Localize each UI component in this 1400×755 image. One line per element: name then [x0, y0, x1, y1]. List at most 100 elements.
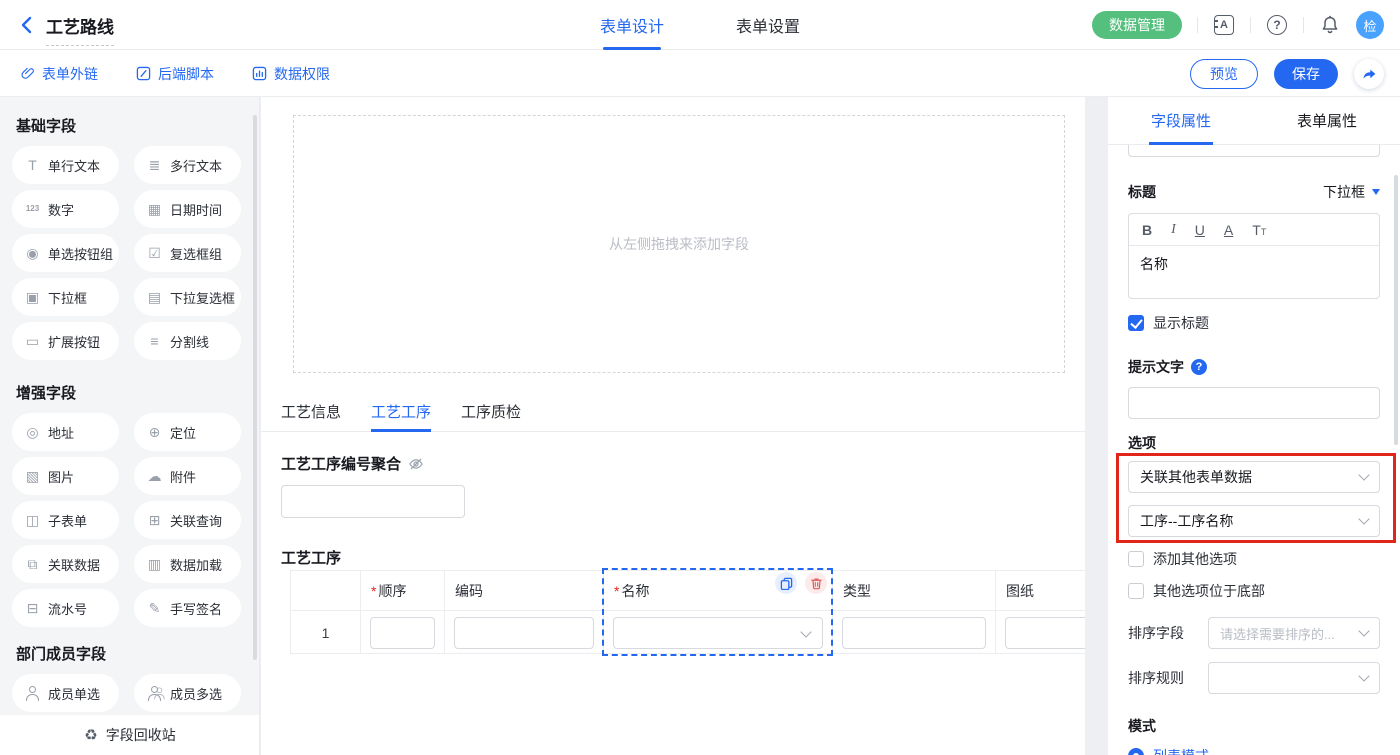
field-item-image[interactable]: ▧图片 — [12, 457, 119, 495]
tab-process-info[interactable]: 工艺信息 — [281, 398, 341, 431]
data-permission-button[interactable]: 数据权限 — [252, 64, 330, 84]
bold-button[interactable]: B — [1142, 222, 1152, 238]
field-item-divider[interactable]: ≡分割线 — [134, 322, 241, 360]
tab-form-design[interactable]: 表单设计 — [600, 0, 664, 50]
tab-form-properties[interactable]: 表单属性 — [1254, 97, 1400, 144]
field-item-subform[interactable]: ◫子表单 — [12, 501, 119, 539]
options-group: 关联其他表单数据 工序--工序名称 — [1128, 461, 1380, 537]
other-bottom-checkbox[interactable] — [1128, 583, 1144, 599]
divider-icon: ≡ — [146, 334, 163, 348]
font-size-button[interactable]: TT — [1252, 222, 1266, 238]
field-item-linked-data[interactable]: ⧉关联数据 — [12, 545, 119, 583]
target-icon: ⊕ — [146, 425, 163, 439]
help-tooltip-icon[interactable]: ? — [1191, 359, 1207, 375]
page-title[interactable]: 工艺路线 — [46, 13, 114, 46]
name-select[interactable] — [613, 617, 823, 649]
show-title-checkbox[interactable] — [1128, 315, 1144, 331]
user-avatar[interactable]: 检 — [1356, 11, 1384, 39]
tab-form-settings[interactable]: 表单设置 — [736, 0, 800, 50]
tab-field-properties[interactable]: 字段属性 — [1108, 97, 1254, 144]
title-setting-row: 标题 下拉框 — [1128, 179, 1380, 205]
bell-icon — [1320, 15, 1340, 35]
title-value-input[interactable]: 名称 — [1129, 246, 1379, 298]
dropzone[interactable]: 从左侧拖拽来添加字段 — [293, 115, 1065, 373]
multi-text-icon: ≣ — [146, 158, 163, 172]
notifications-button[interactable] — [1319, 14, 1341, 36]
person-icon — [24, 686, 41, 701]
checkbox-icon: ☑ — [146, 246, 163, 260]
hint-text-input[interactable] — [1128, 387, 1380, 419]
list-mode-radio[interactable] — [1128, 748, 1144, 755]
field-item-signature[interactable]: ✎手写签名 — [134, 589, 241, 627]
header-tabs: 表单设计 表单设置 — [600, 0, 800, 50]
field-recycle-bin[interactable]: ♻ 字段回收站 — [0, 715, 260, 755]
field-item-checkbox-group[interactable]: ☑复选框组 — [134, 234, 241, 272]
field-item-extend-button[interactable]: ▭扩展按钮 — [12, 322, 119, 360]
backend-script-button[interactable]: 后端脚本 — [136, 64, 214, 84]
field-item-address[interactable]: ◎地址 — [12, 413, 119, 451]
options-label: 选项 — [1128, 433, 1380, 453]
field-item-member-single[interactable]: 成员单选 — [12, 674, 119, 712]
sort-field-row: 排序字段 请选择需要排序的... — [1128, 617, 1380, 649]
help-icon: ? — [1267, 15, 1287, 35]
field-item-multi-text[interactable]: ≣多行文本 — [134, 146, 241, 184]
underline-button[interactable]: U — [1195, 222, 1205, 238]
other-bottom-row: 其他选项位于底部 — [1128, 581, 1380, 601]
sort-field-select[interactable]: 请选择需要排序的... — [1208, 617, 1380, 649]
panel-tabs: 字段属性 表单属性 — [1108, 97, 1400, 145]
sidebar-scrollbar[interactable] — [253, 115, 257, 660]
clipped-input[interactable] — [1128, 145, 1380, 157]
field-item-attachment[interactable]: ☁附件 — [134, 457, 241, 495]
italic-button[interactable]: I — [1171, 222, 1176, 238]
order-input[interactable] — [370, 617, 435, 649]
dropzone-hint: 从左侧拖拽来添加字段 — [609, 234, 749, 254]
api-docs-button[interactable]: A — [1213, 14, 1235, 36]
divider — [1197, 17, 1198, 33]
copy-field-button[interactable] — [775, 572, 797, 594]
calendar-icon: ▦ — [146, 202, 163, 216]
sort-rule-select[interactable] — [1208, 662, 1380, 694]
field-item-data-load[interactable]: ▥数据加载 — [134, 545, 241, 583]
aggregate-field-input[interactable] — [281, 485, 465, 518]
option-source-select[interactable]: 关联其他表单数据 — [1128, 461, 1380, 493]
chevron-down-icon — [1358, 469, 1369, 480]
field-item-member-multi[interactable]: 成员多选 — [134, 674, 241, 712]
data-manage-button[interactable]: 数据管理 — [1092, 11, 1182, 39]
drawing-input[interactable] — [1005, 617, 1085, 649]
field-item-select[interactable]: ▣下拉框 — [12, 278, 119, 316]
field-item-radio-group[interactable]: ◉单选按钮组 — [12, 234, 119, 272]
delete-field-button[interactable] — [805, 572, 827, 594]
font-color-button[interactable]: A — [1224, 222, 1233, 238]
code-input[interactable] — [454, 617, 594, 649]
field-item-locate[interactable]: ⊕定位 — [134, 413, 241, 451]
panel-scrollbar[interactable] — [1394, 175, 1398, 445]
column-type[interactable]: 类型 — [833, 571, 996, 653]
field-item-datetime[interactable]: ▦日期时间 — [134, 190, 241, 228]
field-type-select[interactable]: 下拉框 — [1323, 182, 1380, 202]
mode-label: 模式 — [1128, 716, 1380, 736]
back-button[interactable] — [16, 14, 38, 36]
field-item-serial[interactable]: ⊟流水号 — [12, 589, 119, 627]
column-code[interactable]: 编码 — [445, 571, 604, 653]
external-link-button[interactable]: 表单外链 — [20, 64, 98, 84]
tab-process-steps[interactable]: 工艺工序 — [371, 398, 431, 431]
option-field-select[interactable]: 工序--工序名称 — [1128, 505, 1380, 537]
tab-step-qc[interactable]: 工序质检 — [461, 398, 521, 431]
field-item-single-text[interactable]: T单行文本 — [12, 146, 119, 184]
show-title-row: 显示标题 — [1128, 313, 1380, 333]
people-icon — [146, 686, 163, 701]
preview-button[interactable]: 预览 — [1190, 59, 1258, 89]
add-other-checkbox[interactable] — [1128, 551, 1144, 567]
top-header: 工艺路线 表单设计 表单设置 数据管理 A ? 检 — [0, 0, 1400, 50]
subform-title: 工艺工序 — [281, 547, 341, 568]
extend-button-icon: ▭ — [24, 334, 41, 348]
help-button[interactable]: ? — [1266, 14, 1288, 36]
column-order[interactable]: *顺序 — [361, 571, 445, 653]
type-input[interactable] — [842, 617, 986, 649]
save-button[interactable]: 保存 — [1274, 59, 1338, 89]
field-item-number[interactable]: 123数字 — [12, 190, 119, 228]
field-item-multi-select[interactable]: ▤下拉复选框 — [134, 278, 241, 316]
column-drawing[interactable]: 图纸 — [996, 571, 1085, 653]
field-item-lookup[interactable]: ⊞关联查询 — [134, 501, 241, 539]
share-button[interactable] — [1354, 59, 1384, 89]
